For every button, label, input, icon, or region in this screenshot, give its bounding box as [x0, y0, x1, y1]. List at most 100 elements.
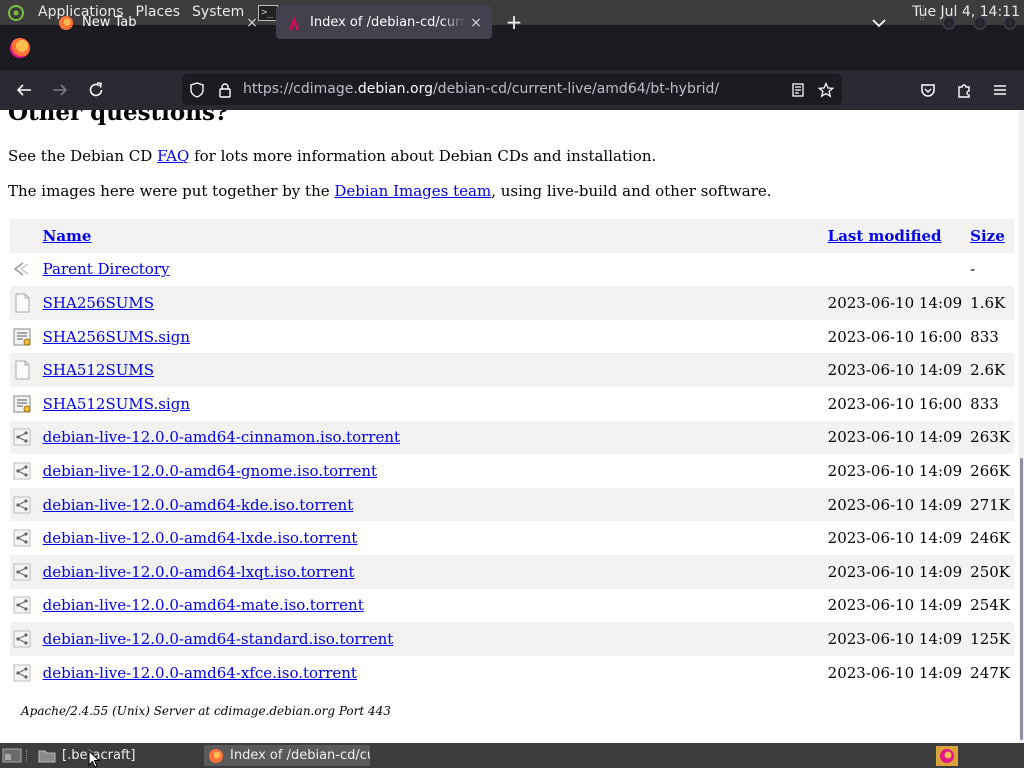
sort-by-modified-link[interactable]: Last modified [828, 227, 942, 245]
row-icon-cell [10, 521, 39, 555]
row-modified-cell: 2023-06-10 14:09 [827, 529, 963, 548]
para-text: The images here were put together by the [8, 182, 335, 200]
task-file-manager[interactable]: [.betacraft] [38, 745, 198, 766]
folder-icon [38, 750, 56, 762]
firefox-view-icon[interactable] [10, 37, 30, 58]
faq-link[interactable]: FAQ [157, 147, 189, 165]
hamburger-menu-icon [994, 85, 1006, 95]
file-link[interactable]: SHA512SUMS.sign [43, 395, 190, 413]
section-heading: Other questions? [8, 110, 229, 126]
listing-body: Parent Directory - SHA256SUMS 2023-06-10 14… [10, 253, 1014, 690]
row-icon-cell [10, 286, 39, 320]
file-link[interactable]: SHA512SUMS [43, 361, 154, 379]
extensions-button[interactable] [952, 78, 976, 102]
tab-close-button[interactable]: × [242, 13, 262, 33]
url-scheme: https://cdimage. [243, 81, 358, 97]
file-link[interactable]: debian-live-12.0.0-amd64-kde.iso.torrent [43, 496, 354, 514]
lock-icon[interactable] [216, 81, 234, 99]
row-modified-cell: 2023-06-10 14:09 [827, 596, 963, 615]
file-link[interactable]: SHA256SUMS.sign [43, 328, 190, 346]
bottom-taskbar: [.betacraft] Index of /debian-cd/current… [0, 743, 1024, 768]
taskbar-grip [26, 750, 30, 762]
icon-column-header [10, 219, 39, 253]
sort-by-size-link[interactable]: Size [970, 227, 1005, 245]
debian-images-team-link[interactable]: Debian Images team [334, 182, 491, 200]
reload-icon [89, 82, 103, 97]
table-row: SHA512SUMS 2023-06-10 14:09 2.6K [10, 353, 1014, 387]
row-name-cell: debian-live-12.0.0-amd64-cinnamon.iso.to… [39, 421, 824, 455]
torrent-file-icon [12, 495, 39, 515]
table-row: debian-live-12.0.0-amd64-xfce.iso.torren… [10, 656, 1014, 690]
file-link[interactable]: debian-live-12.0.0-amd64-xfce.iso.torren… [43, 664, 357, 682]
pocket-button[interactable] [916, 78, 940, 102]
file-link[interactable]: debian-live-12.0.0-amd64-lxde.iso.torren… [43, 529, 358, 547]
row-name-cell: debian-live-12.0.0-amd64-gnome.iso.torre… [39, 454, 824, 488]
row-modified-cell [824, 253, 967, 287]
tab-new-tab[interactable]: New Tab × [48, 6, 268, 39]
row-name-cell: debian-live-12.0.0-amd64-lxde.iso.torren… [39, 521, 824, 555]
file-link[interactable]: debian-live-12.0.0-amd64-standard.iso.to… [43, 630, 394, 648]
file-link[interactable]: Parent Directory [43, 260, 170, 278]
pocket-icon [921, 84, 935, 97]
table-row: SHA256SUMS 2023-06-10 14:09 1.6K [10, 286, 1014, 320]
row-size-cell: 1.6K [970, 293, 1006, 312]
signature-file-icon [12, 394, 39, 414]
puzzle-icon [958, 84, 970, 98]
list-all-tabs-button[interactable] [868, 12, 890, 34]
task-firefox[interactable]: Index of /debian-cd/current-live/amd64/b… [204, 745, 370, 766]
directory-listing-table: Name Last modified Size Parent Directory… [10, 219, 1014, 689]
tab-label: Index of /debian-cd/current-live/amd64/b… [310, 15, 466, 30]
file-link[interactable]: debian-live-12.0.0-amd64-cinnamon.iso.to… [43, 428, 400, 446]
sort-by-name-link[interactable]: Name [43, 227, 92, 245]
row-size-cell: 263K [970, 428, 1010, 447]
url-text[interactable]: https://cdimage.debian.org/debian-cd/cur… [243, 74, 719, 105]
minimize-button[interactable] [942, 16, 956, 30]
new-tab-button[interactable]: + [503, 12, 525, 34]
row-icon-cell [10, 253, 39, 287]
file-link[interactable]: debian-live-12.0.0-amd64-mate.iso.torren… [43, 596, 364, 614]
torrent-file-icon [12, 427, 39, 447]
debian-favicon-icon [289, 15, 299, 30]
row-size-cell: 271K [970, 495, 1010, 514]
tab-close-button[interactable]: × [466, 13, 486, 33]
reload-button[interactable] [84, 78, 108, 102]
row-name-cell: debian-live-12.0.0-amd64-standard.iso.to… [39, 622, 824, 656]
vertical-scrollbar[interactable] [1019, 110, 1024, 743]
close-window-button[interactable] [1003, 16, 1017, 30]
faq-paragraph: See the Debian CD FAQ for lots more info… [8, 147, 656, 165]
distro-logo-icon[interactable] [6, 4, 26, 22]
row-name-cell: debian-live-12.0.0-amd64-mate.iso.torren… [39, 589, 824, 623]
forward-button[interactable] [48, 78, 72, 102]
table-row: debian-live-12.0.0-amd64-lxqt.iso.torren… [10, 554, 1014, 589]
file-link[interactable]: debian-live-12.0.0-amd64-gnome.iso.torre… [43, 462, 377, 480]
shield-icon[interactable] [188, 81, 206, 99]
show-desktop-icon[interactable] [2, 748, 22, 763]
reader-view-icon[interactable] [789, 81, 807, 99]
row-modified-cell: 2023-06-10 14:09 [827, 663, 963, 682]
torrent-file-icon [12, 663, 39, 683]
bookmark-star-icon[interactable] [817, 81, 835, 99]
row-name-cell: SHA512SUMS.sign [39, 387, 824, 421]
url-bar[interactable]: https://cdimage.debian.org/debian-cd/cur… [182, 74, 842, 105]
credits-paragraph: The images here were put together by the… [8, 182, 772, 200]
row-modified-cell: 2023-06-10 16:00 [827, 394, 963, 413]
scrollbar-thumb[interactable] [1020, 458, 1023, 740]
app-menu-button[interactable] [988, 78, 1012, 102]
row-modified-cell: 2023-06-10 14:09 [827, 629, 963, 648]
tray-firefox-icon[interactable] [936, 746, 958, 766]
modified-column-header: Last modified [824, 219, 967, 253]
table-row: debian-live-12.0.0-amd64-kde.iso.torrent… [10, 487, 1014, 522]
row-size-cell: 250K [970, 562, 1010, 581]
table-row: Parent Directory - [10, 253, 1014, 287]
file-link[interactable]: SHA256SUMS [43, 294, 154, 312]
table-header-row: Name Last modified Size [10, 219, 1014, 253]
file-link[interactable]: debian-live-12.0.0-amd64-lxqt.iso.torren… [43, 563, 355, 581]
row-icon-cell [10, 488, 39, 522]
row-size-cell: 266K [970, 461, 1010, 480]
table-row: SHA512SUMS.sign 2023-06-10 16:00 833 [10, 387, 1014, 421]
maximize-button[interactable] [973, 16, 987, 30]
tab-debian-index[interactable]: Index of /debian-cd/current-live/amd64/b… [276, 6, 492, 39]
row-modified-cell: 2023-06-10 14:09 [827, 562, 963, 581]
row-modified-cell: 2023-06-10 16:00 [827, 327, 963, 346]
back-button[interactable] [12, 78, 36, 102]
